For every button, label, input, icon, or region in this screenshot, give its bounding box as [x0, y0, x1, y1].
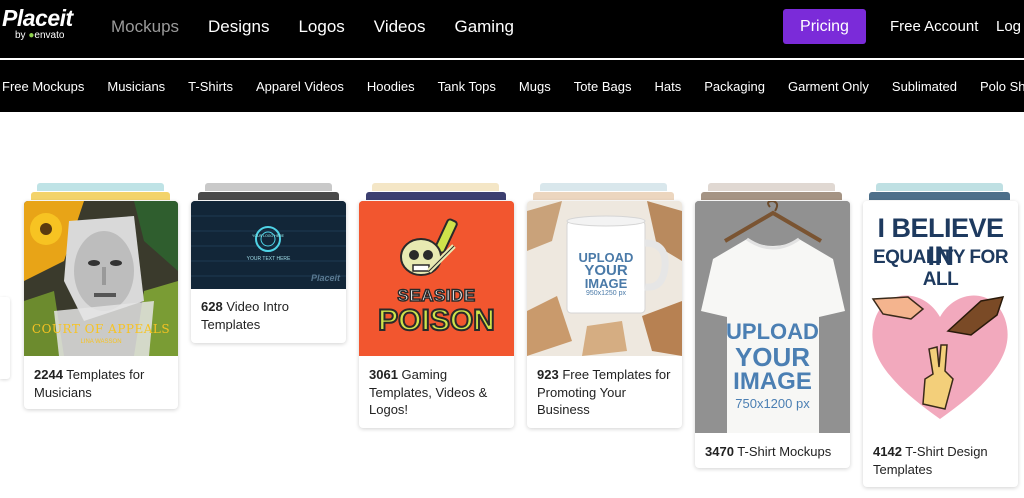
nav-videos[interactable]: Videos: [374, 17, 426, 37]
card-stack-layer: [198, 192, 339, 200]
top-header: Placeit by ●envato Mockups Designs Logos…: [0, 0, 1024, 58]
category-subnav: Free Mockups Musicians T-Shirts Apparel …: [0, 60, 1024, 112]
gaming-logo-line2: POISON: [377, 303, 496, 338]
gaming-logo-line1: SEASIDE: [397, 285, 476, 306]
logo-envato-text: envato: [34, 30, 65, 41]
card-caption: 628 Video Intro Templates: [201, 298, 338, 333]
subnav-garment-only[interactable]: Garment Only: [788, 79, 869, 95]
heart-hands-art: [871, 295, 1008, 419]
card-caption: 4142 T-Shirt Design Templates: [873, 443, 1010, 478]
placeit-logo[interactable]: Placeit by ●envato: [2, 6, 73, 41]
template-count: 3061: [369, 367, 398, 382]
card-stack-layer: [533, 192, 674, 200]
card-stack-layer: [708, 183, 835, 191]
subnav-tote-bags[interactable]: Tote Bags: [574, 79, 632, 95]
template-count: 3470: [705, 444, 734, 459]
partial-card-left[interactable]: [0, 297, 10, 379]
video-intro-thumbnail: YOUR LOGO HERE YOUR TEXT HERE Placeit: [191, 201, 346, 289]
tshirt-design-thumbnail: I BELIEVE IN EQUALITY FOR ALL: [863, 201, 1018, 433]
template-count: 628: [201, 299, 223, 314]
card-stack-layer: [869, 192, 1010, 200]
card-label: T-Shirt Mockups: [733, 444, 832, 459]
card-stack-layer: [31, 192, 170, 200]
placeit-watermark: Placeit: [310, 273, 340, 283]
template-count: 923: [537, 367, 559, 382]
card-caption: 2244 Templates for Musicians: [34, 366, 170, 401]
category-card-tshirt-designs[interactable]: I BELIEVE IN EQUALITY FOR ALL 4142 T-Shi…: [863, 201, 1018, 487]
logo-by-text: by: [15, 30, 26, 41]
template-count: 2244: [34, 367, 63, 382]
gaming-thumbnail: SEASIDE POISON: [359, 201, 514, 356]
video-tagline: YOUR TEXT HERE: [246, 256, 291, 262]
upload-size: 750x1200 px: [735, 396, 810, 411]
subnav-hats[interactable]: Hats: [655, 79, 682, 95]
card-caption: 3061 Gaming Templates, Videos & Logos!: [369, 366, 506, 419]
subnav-sublimated[interactable]: Sublimated: [892, 79, 957, 95]
main-nav: Mockups Designs Logos Videos Gaming: [111, 17, 543, 37]
logo-wordmark: Placeit: [2, 5, 73, 31]
subnav-packaging[interactable]: Packaging: [704, 79, 765, 95]
upload-line3: IMAGE: [733, 368, 812, 395]
musicians-thumbnail: COURT OF APPEALS LINA WASSON: [24, 201, 178, 356]
upload-line2: YOUR: [734, 342, 811, 372]
card-stack-layer: [37, 183, 164, 191]
mug-thumbnail: UPLOAD YOUR IMAGE 950x1250 px: [527, 201, 682, 356]
category-card-tshirt-mockups[interactable]: UPLOAD YOUR IMAGE 750x1200 px 3470 T-Shi…: [695, 201, 850, 468]
upload-line3: IMAGE: [584, 276, 628, 291]
logo-byline: by ●envato: [15, 31, 73, 41]
subnav-tank-tops[interactable]: Tank Tops: [438, 79, 496, 95]
pricing-button[interactable]: Pricing: [783, 9, 866, 44]
card-stack-layer: [540, 183, 667, 191]
upload-size: 950x1250 px: [585, 290, 627, 297]
card-stack-layer: [372, 183, 499, 191]
subnav-apparel-videos[interactable]: Apparel Videos: [256, 79, 344, 95]
category-card-gaming[interactable]: SEASIDE POISON 3061 Gaming Templates, Vi…: [359, 201, 514, 428]
free-account-link[interactable]: Free Account: [890, 17, 978, 37]
logo-placeholder-text: YOUR LOGO HERE: [252, 234, 284, 238]
nav-gaming[interactable]: Gaming: [454, 17, 514, 37]
category-card-musicians[interactable]: COURT OF APPEALS LINA WASSON 2244 Templa…: [24, 201, 178, 409]
card-caption: 3470 T-Shirt Mockups: [705, 443, 842, 461]
login-link[interactable]: Log: [996, 17, 1021, 37]
subnav-polo-shirts[interactable]: Polo Shirts: [980, 79, 1024, 95]
subnav-free-mockups[interactable]: Free Mockups: [2, 79, 84, 95]
card-caption: 923 Free Templates for Promoting Your Bu…: [537, 366, 674, 419]
card-stack-layer: [366, 192, 506, 200]
nav-logos[interactable]: Logos: [298, 17, 344, 37]
album-artist: LINA WASSON: [80, 339, 122, 345]
template-count: 4142: [873, 444, 902, 459]
album-title: COURT OF APPEALS: [31, 322, 171, 336]
upload-line1: UPLOAD: [726, 319, 819, 344]
subnav-mugs[interactable]: Mugs: [519, 79, 551, 95]
subnav-hoodies[interactable]: Hoodies: [367, 79, 415, 95]
category-card-video-intro[interactable]: YOUR LOGO HERE YOUR TEXT HERE Placeit 62…: [191, 201, 346, 343]
tshirt-mockup-thumbnail: UPLOAD YOUR IMAGE 750x1200 px: [695, 201, 850, 433]
card-stack-layer: [701, 192, 842, 200]
card-stack-layer: [876, 183, 1003, 191]
nav-designs[interactable]: Designs: [208, 17, 269, 37]
subnav-musicians[interactable]: Musicians: [107, 79, 165, 95]
subnav-t-shirts[interactable]: T-Shirts: [188, 79, 233, 95]
category-card-business[interactable]: UPLOAD YOUR IMAGE 950x1250 px 923 Free T…: [527, 201, 682, 428]
nav-mockups[interactable]: Mockups: [111, 17, 179, 37]
card-stack-layer: [205, 183, 332, 191]
